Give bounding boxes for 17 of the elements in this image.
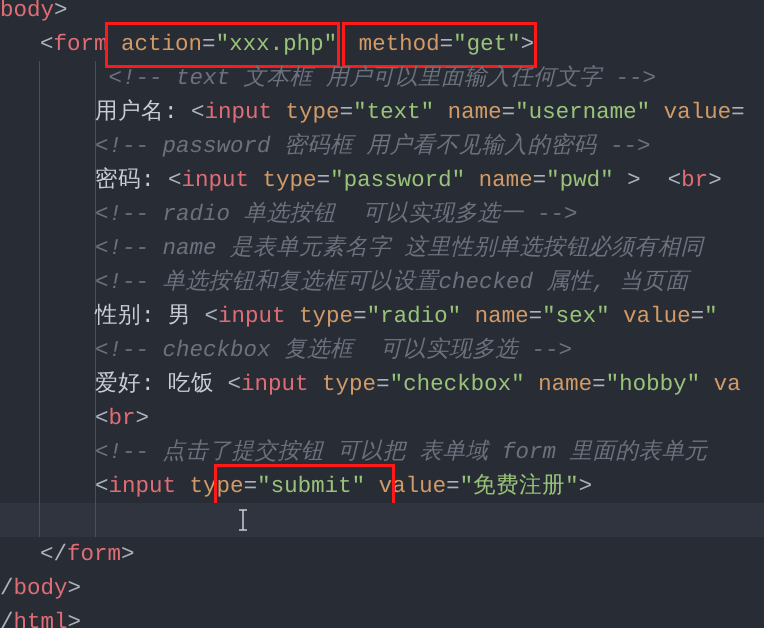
code-line: </form> <box>40 540 135 569</box>
code-line: 密码: <input type="password" name="pwd" > <br> <box>95 166 722 195</box>
code-line: 性别: 男 <input type="radio" name="sex" value=" <box>95 302 718 331</box>
code-line: <!-- checkbox 复选框 可以实现多选 --> <box>95 336 572 365</box>
code-line: <!-- 点击了提交按钮 可以把 表单域 form 里面的表单元 <box>95 438 708 467</box>
code-line: <!-- text 文本框 用户可以里面输入任何文字 --> <box>108 64 656 93</box>
code-line: 用户名: <input type="text" name="username" value= <box>95 98 745 127</box>
code-line: /body> <box>0 574 82 603</box>
text-cursor-icon <box>238 509 248 531</box>
code-line: <!-- name 是表单元素名字 这里性别单选按钮必须有相同 <box>95 234 704 263</box>
code-line: 爱好: 吃饭 <input type="checkbox" name="hobby" va <box>95 370 741 399</box>
code-line: <!-- password 密码框 用户看不见输入的密码 --> <box>95 132 651 161</box>
code-line: <!-- 单选按钮和复选框可以设置checked 属性, 当页面 <box>95 265 689 299</box>
code-line: body> <box>0 0 68 25</box>
code-line: <!-- radio 单选按钮 可以实现多选一 --> <box>95 200 578 229</box>
code-line: /html> <box>0 608 82 628</box>
code-line: <br> <box>95 404 150 433</box>
